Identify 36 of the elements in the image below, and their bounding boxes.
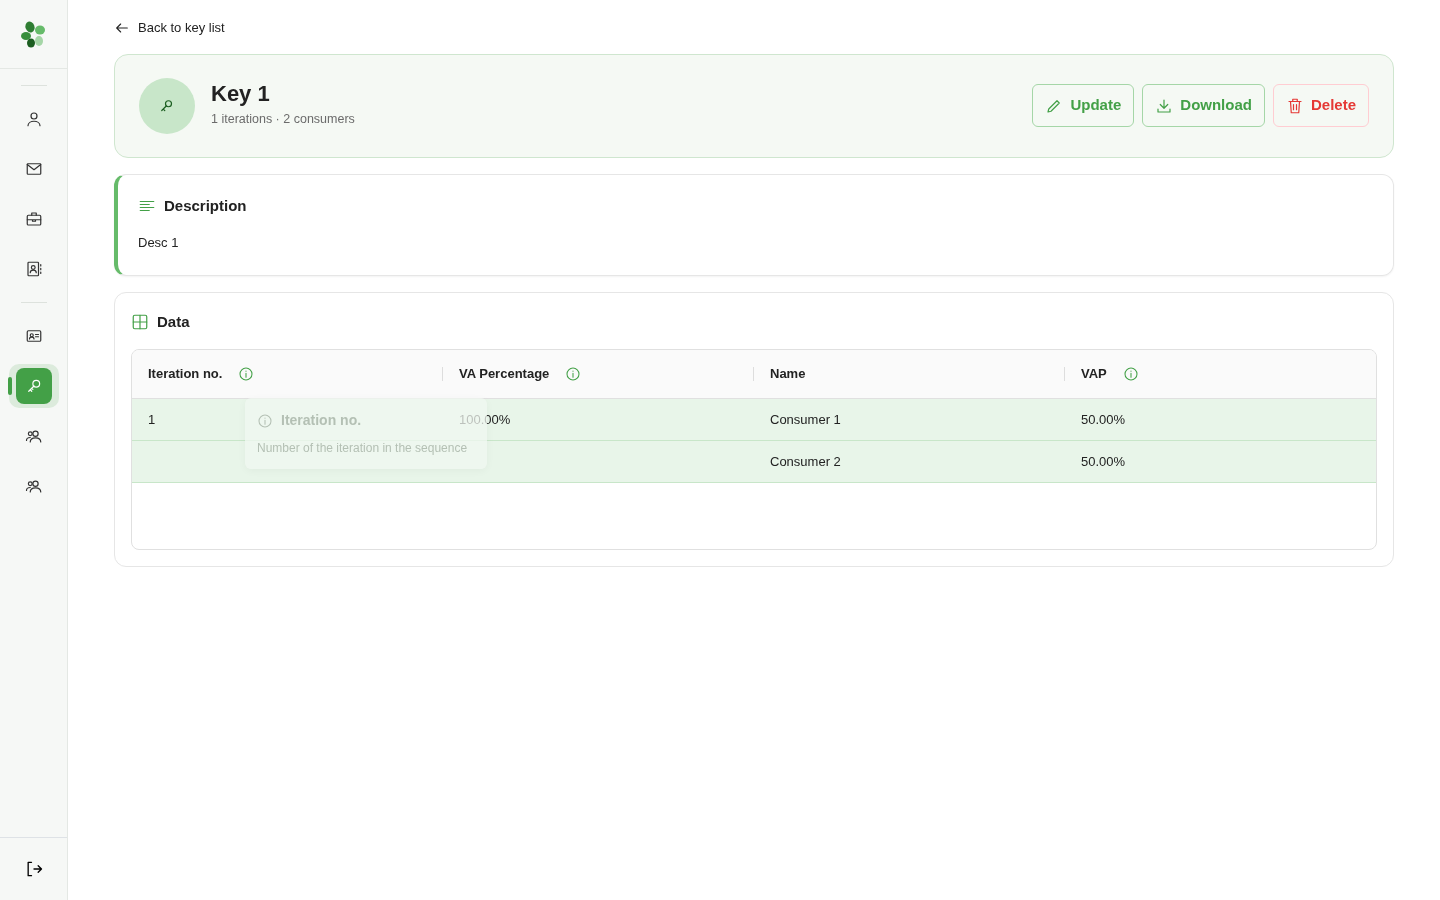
column-header: Name [770, 365, 806, 384]
people-icon [24, 477, 43, 495]
table-cell-text: 50.00% [1081, 452, 1126, 471]
edit-button[interactable]: Update [1032, 84, 1135, 127]
column-header: VAP [1081, 365, 1107, 384]
table-cell-text: 1 [148, 410, 156, 429]
download-button[interactable]: Download [1142, 84, 1265, 127]
section-title: Description [164, 195, 247, 216]
grid-icon [131, 312, 149, 331]
table-cell-text: Consumer 1 [770, 410, 841, 429]
table-cell-text: 50.00% [1081, 410, 1126, 429]
delete-button[interactable]: Delete [1272, 84, 1369, 127]
column-header: VA Percentage [459, 365, 550, 384]
back-link[interactable]: Back to key list [114, 18, 225, 38]
sidebar-item[interactable] [8, 364, 59, 408]
table-cell-text: 100.00% [459, 410, 511, 429]
info-icon [1122, 366, 1139, 382]
contact-book-icon [24, 260, 43, 278]
info-icon [238, 366, 255, 382]
briefcase-icon [24, 210, 43, 228]
tooltip-text: Number of the iteration in the sequence [257, 440, 469, 457]
section-title: Data [157, 311, 190, 332]
tooltip-title: Iteration no. [281, 411, 362, 430]
key-subtitle: 1 iterations · 2 consumers [211, 111, 355, 129]
description-text: Desc 1 [138, 234, 180, 252]
logo-icon [19, 20, 48, 48]
people-icon [24, 427, 43, 445]
table-cell-text: Consumer 2 [770, 452, 841, 471]
id-card-icon [24, 327, 43, 345]
key-title: Key 1 [211, 82, 271, 107]
user-icon [24, 110, 43, 128]
column-header: Iteration no. [148, 365, 223, 384]
mail-icon [24, 160, 43, 178]
info-icon [257, 412, 273, 429]
trash-icon [1285, 96, 1304, 115]
info-icon [565, 366, 582, 382]
